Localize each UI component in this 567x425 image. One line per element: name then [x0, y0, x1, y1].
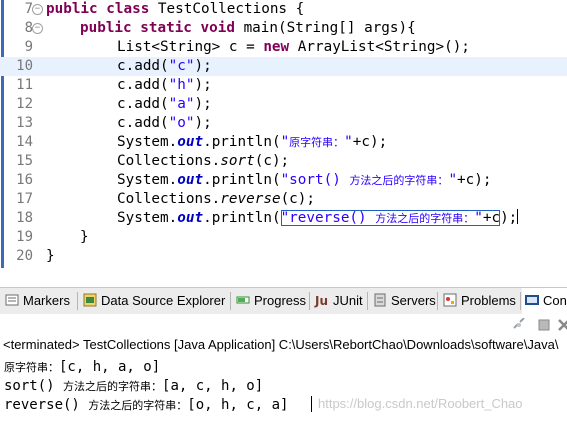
code-text: c.add("o");: [117, 115, 212, 131]
code-line[interactable]: 17 Collections.reverse(c);: [0, 190, 567, 209]
code-line[interactable]: 14 System.out.println("原字符串："+c);: [0, 133, 567, 152]
code-text: System.out.println("原字符串："+c);: [117, 134, 388, 150]
code-line[interactable]: 16 System.out.println("sort() 方法之后的字符串："…: [0, 171, 567, 190]
text-caret: [517, 209, 519, 224]
line-number: 13: [16, 115, 33, 131]
line-number: 14: [16, 134, 33, 150]
code-text: c.add("h");: [117, 77, 212, 93]
data-source-icon: [83, 293, 97, 307]
line-number: 17: [16, 191, 33, 207]
fold-collapse-icon[interactable]: −: [32, 4, 43, 15]
code-editor[interactable]: 7 − public class TestCollections { 8 − p…: [0, 0, 567, 268]
console-caret: [311, 396, 312, 412]
tab-markers[interactable]: Markers: [2, 288, 76, 314]
tab-junit[interactable]: Ju JUnit: [312, 288, 368, 314]
tab-progress[interactable]: Progress: [233, 288, 309, 314]
junit-icon: Ju: [314, 294, 328, 308]
code-text: System.out.println("reverse() 方法之后的字符串："…: [117, 209, 519, 226]
code-text: Collections.sort(c);: [117, 153, 290, 169]
console-icon: [525, 295, 539, 305]
line-number: 18: [16, 210, 33, 226]
code-line[interactable]: 9 List<String> c = new ArrayList<String>…: [0, 38, 567, 57]
code-line[interactable]: 20 }: [0, 247, 567, 266]
tab-problems[interactable]: Problems: [440, 288, 520, 314]
disconnect-icon[interactable]: [512, 318, 526, 332]
code-text: public static void main(String[] args){: [80, 20, 416, 36]
code-line[interactable]: 18 System.out.println("reverse() 方法之后的字符…: [0, 209, 567, 228]
code-text: }: [80, 229, 89, 245]
watermark: https://blog.csdn.net/Roobert_Chao: [318, 396, 523, 411]
console-toolbar: [0, 314, 567, 336]
console-output-line: sort() 方法之后的字符串：[a, c, h, o]: [4, 378, 264, 394]
tab-console[interactable]: Con: [522, 288, 567, 314]
remove-launch-icon[interactable]: [557, 318, 567, 332]
line-number: 15: [16, 153, 33, 169]
code-text: public class TestCollections {: [46, 1, 305, 17]
tab-data-source-explorer[interactable]: Data Source Explorer: [80, 288, 230, 314]
servers-icon: [374, 293, 386, 307]
code-text: }: [46, 248, 55, 264]
line-number: 16: [16, 172, 33, 188]
markers-icon: [5, 294, 19, 306]
code-line[interactable]: 19 }: [0, 228, 567, 247]
console-output-line: 原字符串：[c, h, a, o]: [4, 359, 161, 375]
progress-icon: [236, 296, 250, 304]
console-status: <terminated> TestCollections [Java Appli…: [3, 337, 559, 352]
console-output-line: reverse() 方法之后的字符串：[o, h, c, a]: [4, 397, 289, 413]
code-text: c.add("c");: [117, 58, 212, 74]
svg-text:Ju: Ju: [314, 294, 328, 308]
line-number: 9: [24, 39, 33, 55]
line-number: 11: [16, 77, 33, 93]
code-line[interactable]: 15 Collections.sort(c);: [0, 152, 567, 171]
code-line[interactable]: 8 − public static void main(String[] arg…: [0, 19, 567, 38]
view-tab-bar: Markers Data Source Explorer Progress Ju…: [0, 287, 567, 315]
code-text: Collections.reverse(c);: [117, 191, 315, 207]
code-line[interactable]: 12 c.add("a");: [0, 95, 567, 114]
line-number: 12: [16, 96, 33, 112]
code-text: c.add("a");: [117, 96, 212, 112]
code-line-current[interactable]: 10 c.add("c");: [0, 57, 567, 76]
selected-string: "reverse() 方法之后的字符串："+c: [280, 210, 501, 226]
terminate-icon[interactable]: [537, 318, 551, 332]
tab-servers[interactable]: Servers: [370, 288, 436, 314]
code-text: System.out.println("sort() 方法之后的字符串："+c)…: [117, 172, 492, 188]
line-number: 19: [16, 229, 33, 245]
line-number: 7: [24, 1, 33, 17]
line-number: 10: [16, 58, 33, 74]
code-text: List<String> c = new ArrayList<String>()…: [117, 39, 470, 55]
line-number: 20: [16, 248, 33, 264]
code-line[interactable]: 11 c.add("h");: [0, 76, 567, 95]
line-number: 8: [24, 20, 33, 36]
code-line[interactable]: 7 − public class TestCollections {: [0, 0, 567, 19]
problems-icon: [443, 293, 457, 307]
fold-collapse-icon[interactable]: −: [32, 23, 43, 34]
code-line[interactable]: 13 c.add("o");: [0, 114, 567, 133]
